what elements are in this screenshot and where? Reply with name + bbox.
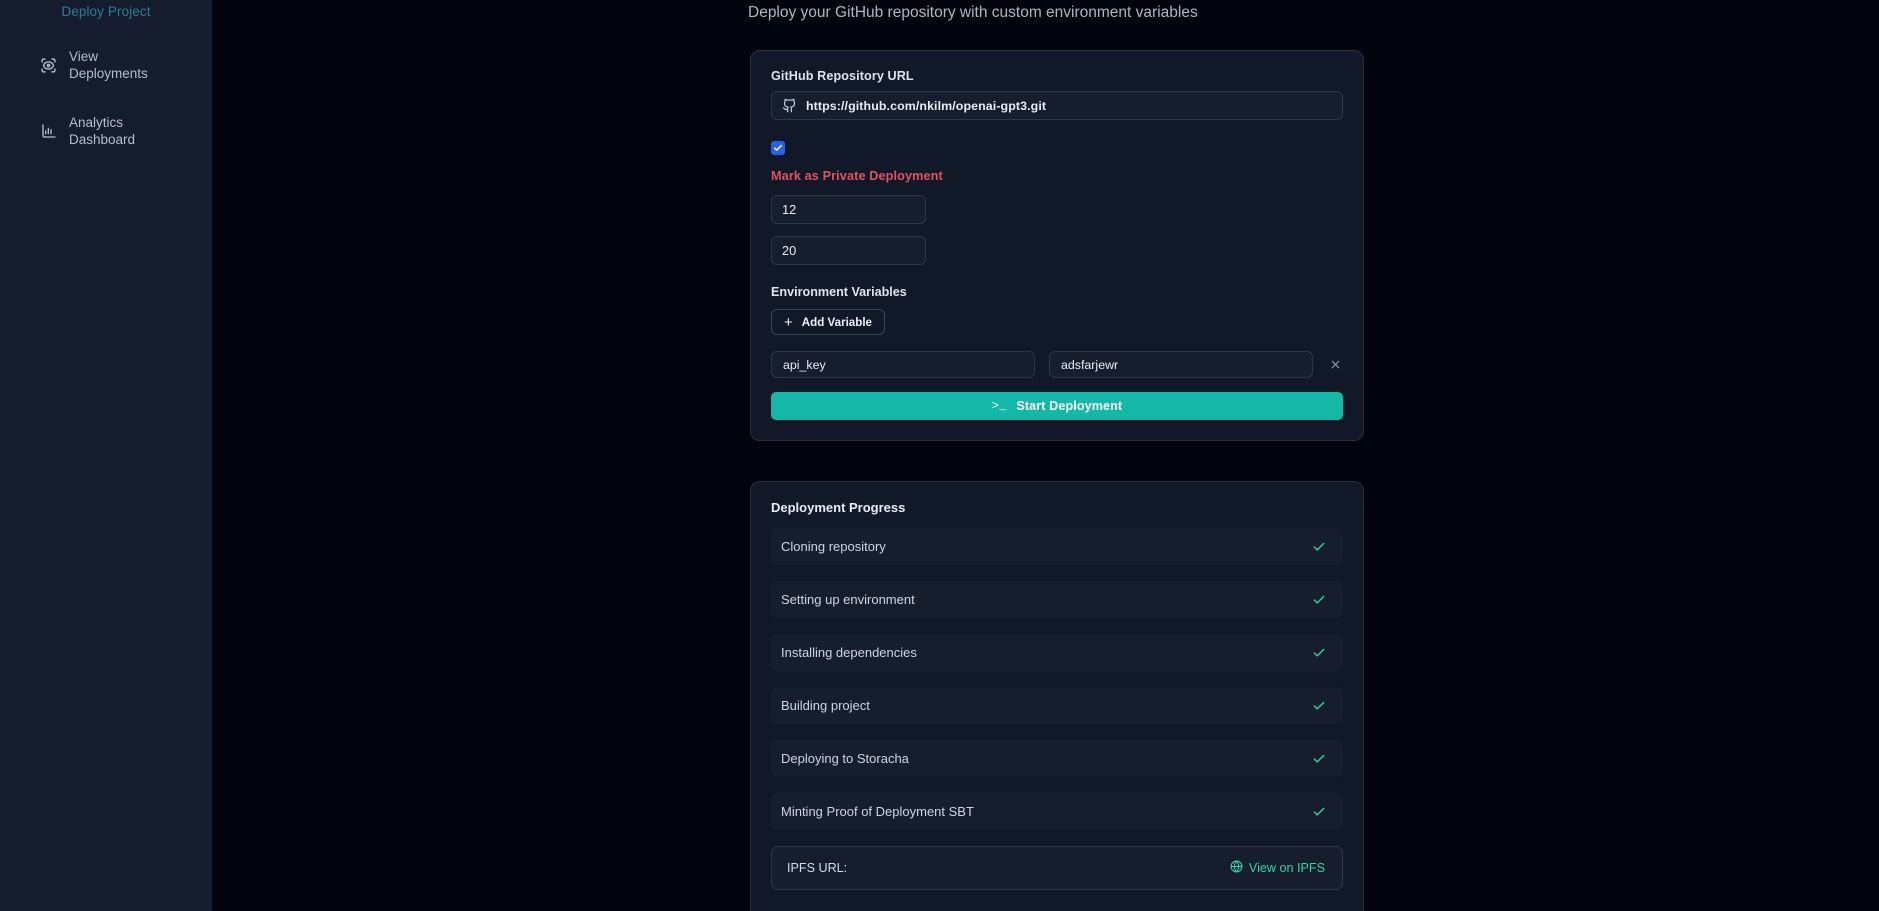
globe-icon: [1230, 860, 1243, 876]
sidebar-item-label: Analytics Dashboard: [69, 115, 136, 147]
progress-step-label: Minting Proof of Deployment SBT: [781, 804, 974, 819]
sidebar-item-label: View Deployments: [69, 49, 148, 81]
env-value-input[interactable]: adsfarjewr: [1049, 351, 1313, 378]
start-deployment-button[interactable]: >_ Start Deployment: [771, 392, 1343, 420]
env-key-input[interactable]: api_key: [771, 351, 1035, 378]
progress-step-label: Cloning repository: [781, 539, 886, 554]
progress-step: Deploying to Storacha: [771, 740, 1343, 777]
add-variable-button[interactable]: + Add Variable: [771, 309, 885, 335]
private-checkbox-row: [771, 141, 1343, 155]
start-deployment-label: Start Deployment: [1016, 399, 1123, 413]
check-icon: [1312, 805, 1326, 819]
ipfs-url-box: IPFS URL: View on IPFS: [771, 846, 1343, 890]
progress-step-label: Setting up environment: [781, 592, 915, 607]
check-icon: [1312, 752, 1326, 766]
progress-step-label: Deploying to Storacha: [781, 751, 909, 766]
terminal-icon: >_: [991, 399, 1007, 413]
private-deployment-checkbox[interactable]: [771, 141, 785, 155]
number-field-2[interactable]: 20: [771, 236, 926, 265]
page-subtitle: Deploy your GitHub repository with custo…: [748, 4, 1198, 21]
number-field-2-value: 20: [782, 243, 797, 258]
progress-step: Installing dependencies: [771, 634, 1343, 671]
number-field-1[interactable]: 12: [771, 195, 926, 224]
check-icon: [1312, 540, 1326, 554]
progress-step-label: Building project: [781, 698, 870, 713]
sidebar-item-label: Deploy Project: [61, 3, 151, 19]
progress-step: Cloning repository: [771, 528, 1343, 565]
bar-chart-icon: [40, 123, 57, 140]
env-key-value: api_key: [783, 357, 826, 372]
check-icon: [1312, 699, 1326, 713]
number-field-1-value: 12: [782, 202, 797, 217]
env-variable-row: api_key adsfarjewr: [771, 351, 1343, 378]
github-icon: [782, 98, 797, 113]
private-deployment-label: Mark as Private Deployment: [771, 169, 943, 183]
env-value-value: adsfarjewr: [1061, 357, 1119, 372]
check-icon: [1312, 593, 1326, 607]
progress-step: Setting up environment: [771, 581, 1343, 618]
deploy-config-card: GitHub Repository URL https://github.com…: [750, 50, 1364, 441]
progress-step-label: Installing dependencies: [781, 645, 917, 660]
view-on-ipfs-link[interactable]: View on IPFS: [1230, 860, 1325, 876]
repo-url-value: https://github.com/nkilm/openai-gpt3.git: [806, 98, 1047, 113]
progress-title: Deployment Progress: [771, 500, 906, 515]
sidebar-item-view-deployments[interactable]: View Deployments: [0, 38, 212, 92]
plus-icon: +: [784, 313, 793, 331]
deployment-progress-card: Deployment Progress Cloning repository S…: [750, 481, 1364, 911]
app-root: Deploy Project View Deployments Analytic…: [0, 0, 1879, 911]
sidebar-item-analytics-dashboard[interactable]: Analytics Dashboard: [0, 104, 212, 158]
sidebar: Deploy Project View Deployments Analytic…: [0, 0, 212, 911]
progress-step: Building project: [771, 687, 1343, 724]
sidebar-item-deploy-project[interactable]: Deploy Project: [0, 0, 212, 22]
add-variable-label: Add Variable: [801, 315, 872, 329]
repo-url-label: GitHub Repository URL: [771, 69, 914, 83]
ipfs-url-label: IPFS URL:: [787, 861, 848, 875]
environment-variables-label: Environment Variables: [771, 285, 907, 299]
view-on-ipfs-label: View on IPFS: [1248, 861, 1325, 875]
scan-eye-icon: [40, 57, 57, 74]
main-content: Deploy your GitHub repository with custo…: [212, 0, 1879, 911]
repo-url-input[interactable]: https://github.com/nkilm/openai-gpt3.git: [771, 91, 1343, 120]
progress-step: Minting Proof of Deployment SBT: [771, 793, 1343, 830]
check-icon: [1312, 646, 1326, 660]
remove-variable-icon[interactable]: [1327, 358, 1343, 371]
